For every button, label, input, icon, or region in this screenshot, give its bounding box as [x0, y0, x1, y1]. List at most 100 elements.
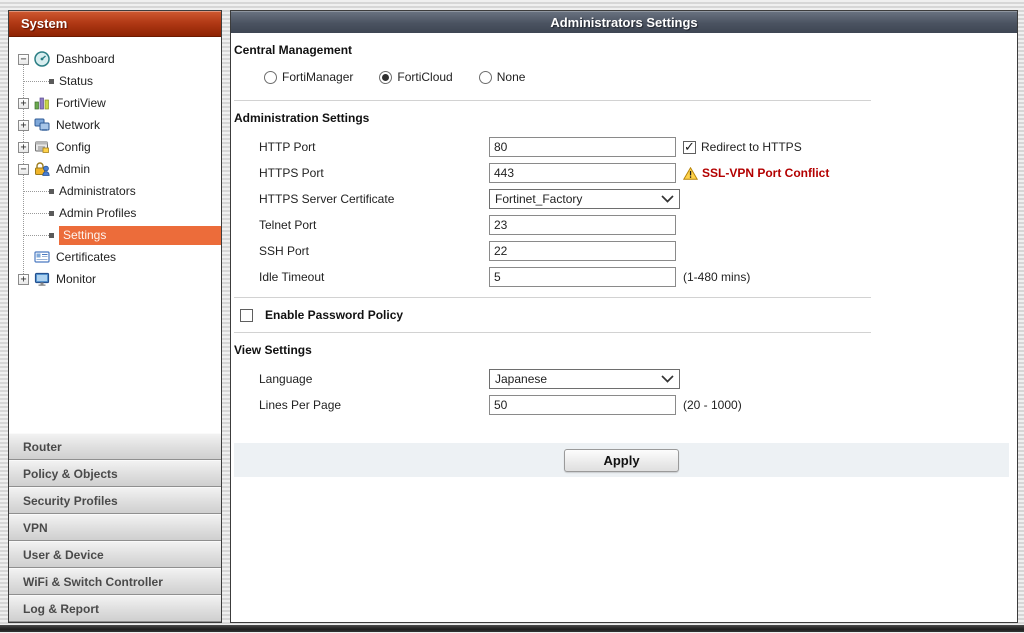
language-select[interactable]: Japanese — [489, 369, 680, 389]
warning-triangle-icon — [683, 167, 698, 180]
expand-icon[interactable]: + — [18, 274, 29, 285]
settings-form: Central Management FortiManager FortiClo… — [231, 33, 1017, 477]
lines-per-page-label: Lines Per Page — [234, 398, 489, 412]
radio-label: FortiManager — [282, 70, 353, 84]
sidebar-menu-system[interactable]: System — [9, 11, 221, 37]
tree-item-label: Monitor — [56, 272, 96, 286]
lines-per-page-row: Lines Per Page (20 - 1000) — [234, 395, 1009, 415]
tree-item-dashboard[interactable]: − Dashboard — [9, 48, 221, 70]
http-port-input[interactable] — [489, 137, 676, 157]
expand-icon[interactable]: + — [18, 98, 29, 109]
bottom-frame-bar — [0, 625, 1024, 632]
network-icon — [34, 117, 51, 133]
telnet-port-row: Telnet Port — [234, 215, 1009, 235]
ssh-port-label: SSH Port — [234, 244, 489, 258]
expand-icon[interactable]: + — [18, 142, 29, 153]
bullet-icon — [49, 211, 54, 216]
tree-item-label: Admin — [56, 162, 90, 176]
lines-per-page-range-note: (20 - 1000) — [683, 398, 742, 412]
apply-button[interactable]: Apply — [564, 449, 679, 472]
dashboard-icon — [34, 51, 51, 67]
tree-item-settings-selected[interactable]: Settings — [9, 224, 221, 246]
tree-item-label: Certificates — [56, 250, 116, 264]
telnet-port-input[interactable] — [489, 215, 676, 235]
collapse-icon[interactable]: − — [18, 164, 29, 175]
radio-fortimanager[interactable]: FortiManager — [264, 70, 353, 84]
sidebar-menu-wifi-switch[interactable]: WiFi & Switch Controller — [9, 568, 221, 595]
bullet-icon — [49, 79, 54, 84]
menu-label: User & Device — [23, 548, 104, 562]
section-divider — [234, 297, 871, 298]
menu-label: WiFi & Switch Controller — [23, 575, 163, 589]
radio-label: FortiCloud — [397, 70, 452, 84]
section-divider — [234, 332, 871, 333]
sidebar-menu-policy-objects[interactable]: Policy & Objects — [9, 460, 221, 487]
menu-label: VPN — [23, 521, 48, 535]
navigation-tree: − Dashboard Status + FortiView + — [9, 37, 221, 433]
bullet-icon — [49, 189, 54, 194]
redirect-https-checkbox[interactable] — [683, 141, 696, 154]
administration-settings-heading: Administration Settings — [234, 111, 1009, 125]
password-policy-checkbox[interactable] — [240, 309, 253, 322]
tree-item-config[interactable]: + Config — [9, 136, 221, 158]
radio-label: None — [497, 70, 526, 84]
password-policy-label: Enable Password Policy — [265, 308, 403, 322]
fortigate-admin-app: System − Dashboard Status + — [0, 0, 1024, 633]
idle-timeout-label: Idle Timeout — [234, 270, 489, 284]
sidebar-menu-vpn[interactable]: VPN — [9, 514, 221, 541]
sidebar-accordion: Router Policy & Objects Security Profile… — [9, 433, 221, 622]
central-management-heading: Central Management — [234, 43, 1009, 57]
https-certificate-select[interactable]: Fortinet_Factory — [489, 189, 680, 209]
radio-icon[interactable] — [479, 71, 492, 84]
tree-item-fortiview[interactable]: + FortiView — [9, 92, 221, 114]
tree-item-label: Status — [59, 74, 93, 88]
page-title-bar: Administrators Settings — [231, 11, 1017, 33]
tree-item-label: Administrators — [59, 184, 136, 198]
tree-item-label: Dashboard — [56, 52, 115, 66]
radio-icon[interactable] — [264, 71, 277, 84]
lines-per-page-input[interactable] — [489, 395, 676, 415]
radio-forticloud[interactable]: FortiCloud — [379, 70, 452, 84]
idle-timeout-input[interactable] — [489, 267, 676, 287]
admin-icon — [34, 161, 51, 177]
tree-connector — [23, 81, 49, 82]
expand-icon[interactable]: + — [18, 120, 29, 131]
sidebar-menu-system-label: System — [21, 16, 67, 31]
tree-item-label: FortiView — [56, 96, 106, 110]
menu-label: Router — [23, 440, 62, 454]
collapse-icon[interactable]: − — [18, 54, 29, 65]
radio-none[interactable]: None — [479, 70, 526, 84]
https-port-label: HTTPS Port — [234, 166, 489, 180]
fortiview-icon — [34, 95, 51, 111]
tree-item-administrators[interactable]: Administrators — [9, 180, 221, 202]
tree-item-certificates[interactable]: Certificates — [9, 246, 221, 268]
https-certificate-row: HTTPS Server Certificate Fortinet_Factor… — [234, 189, 1009, 209]
section-divider — [234, 100, 871, 101]
sidebar-menu-router[interactable]: Router — [9, 433, 221, 460]
ssh-port-row: SSH Port — [234, 241, 1009, 261]
bullet-icon — [49, 233, 54, 238]
idle-timeout-row: Idle Timeout (1-480 mins) — [234, 267, 1009, 287]
radio-icon[interactable] — [379, 71, 392, 84]
http-port-row: HTTP Port Redirect to HTTPS — [234, 137, 1009, 157]
sidebar-menu-log-report[interactable]: Log & Report — [9, 595, 221, 622]
idle-timeout-range-note: (1-480 mins) — [683, 270, 750, 284]
https-port-row: HTTPS Port SSL-VPN Port Conflict — [234, 163, 1009, 183]
tree-item-label: Admin Profiles — [59, 206, 136, 220]
certificates-icon — [34, 249, 51, 265]
tree-item-network[interactable]: + Network — [9, 114, 221, 136]
central-management-radio-group: FortiManager FortiCloud None — [264, 70, 1009, 84]
sidebar-menu-user-device[interactable]: User & Device — [9, 541, 221, 568]
https-port-input[interactable] — [489, 163, 676, 183]
sidebar-menu-security-profiles[interactable]: Security Profiles — [9, 487, 221, 514]
chevron-down-icon — [661, 192, 674, 206]
tree-item-admin-profiles[interactable]: Admin Profiles — [9, 202, 221, 224]
tree-item-monitor[interactable]: + Monitor — [9, 268, 221, 290]
language-label: Language — [234, 372, 489, 386]
ssh-port-input[interactable] — [489, 241, 676, 261]
language-row: Language Japanese — [234, 369, 1009, 389]
tree-item-status[interactable]: Status — [9, 70, 221, 92]
main-panel: Administrators Settings Central Manageme… — [230, 10, 1018, 623]
config-icon — [34, 139, 51, 155]
tree-item-admin[interactable]: − Admin — [9, 158, 221, 180]
